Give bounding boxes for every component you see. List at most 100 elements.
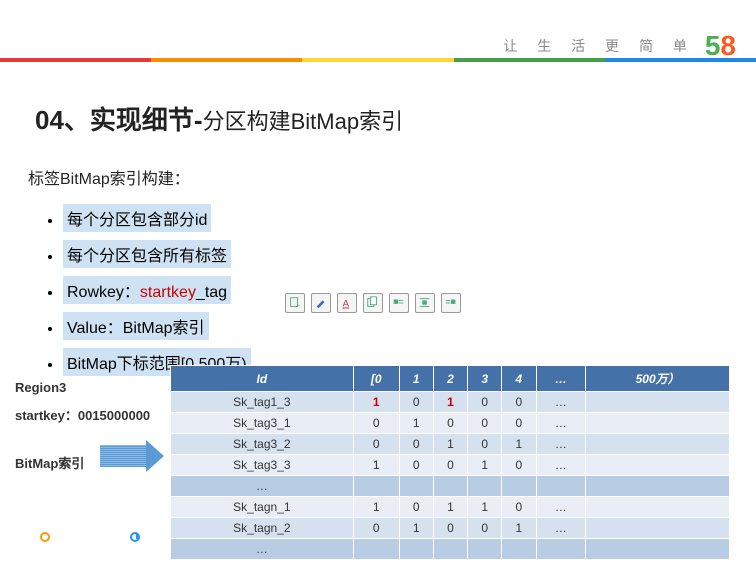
table-cell: 1: [502, 434, 536, 455]
table-cell: [399, 476, 433, 497]
bitmap-index-label: BitMap索引: [15, 453, 84, 472]
title-sub: 分区构建BitMap索引: [203, 109, 403, 134]
startkey-highlight: startkey: [140, 284, 196, 301]
bullet-text: 每个分区包含所有标签: [63, 240, 231, 268]
table-cell: 0: [353, 434, 399, 455]
editor-toolbar: +A: [285, 293, 461, 313]
image-center-icon[interactable]: [415, 293, 435, 313]
bullet-item: Value：BitMap索引: [63, 308, 475, 344]
image-left-icon[interactable]: [389, 293, 409, 313]
bullet-text: Value：BitMap索引: [63, 312, 209, 340]
table-header: Id[01234…500万）: [171, 366, 730, 392]
colorbar-segment: [454, 58, 605, 62]
pencil-icon[interactable]: [311, 293, 331, 313]
table-header-cell: [0: [353, 366, 399, 392]
table-header-cell: …: [536, 366, 586, 392]
table-header-cell: 1: [399, 366, 433, 392]
logo-eight: 8: [720, 30, 736, 61]
table-cell: 1: [433, 497, 467, 518]
image-right-icon[interactable]: [441, 293, 461, 313]
circle-orange-icon: [40, 532, 50, 542]
table-cell: [536, 476, 586, 497]
startkey-label: startkey：0015000000: [15, 405, 150, 424]
table-row: …: [171, 476, 730, 497]
table-row: Sk_tag3_101000…: [171, 413, 730, 434]
table-cell: …: [171, 539, 354, 560]
table-cell: 0: [502, 497, 536, 518]
table-cell: [468, 476, 502, 497]
bitmap-data-table: Id[01234…500万） Sk_tag1_310100…Sk_tag3_10…: [170, 365, 730, 560]
table-cell: …: [536, 413, 586, 434]
table-body: Sk_tag1_310100…Sk_tag3_101000…Sk_tag3_20…: [171, 392, 730, 560]
table-cell: Sk_tag3_2: [171, 434, 354, 455]
table-cell: [586, 539, 730, 560]
bullet-item: 每个分区包含部分id: [63, 200, 475, 236]
bullet-list: 每个分区包含部分id 每个分区包含所有标签 Rowkey：startkey_ta…: [45, 200, 475, 380]
svg-text:+: +: [296, 302, 300, 309]
table-cell: Sk_tag3_3: [171, 455, 354, 476]
table-header-cell: 500万）: [586, 366, 730, 392]
color-divider: [0, 58, 756, 62]
table-cell: 0: [468, 392, 502, 413]
table-cell: 0: [399, 455, 433, 476]
svg-text:A: A: [343, 299, 350, 310]
table-cell: [586, 497, 730, 518]
table-cell: 1: [433, 392, 467, 413]
table-cell: [353, 539, 399, 560]
table-cell: 1: [353, 497, 399, 518]
subtitle: 标签BitMap索引构建：: [28, 165, 190, 189]
table-cell: …: [536, 497, 586, 518]
bullet-item: 每个分区包含所有标签: [63, 236, 475, 272]
table-cell: 0: [353, 518, 399, 539]
table-cell: 1: [353, 392, 399, 413]
table-row: …: [171, 539, 730, 560]
table-cell: 1: [468, 497, 502, 518]
table-row: Sk_tag1_310100…: [171, 392, 730, 413]
table-header-cell: Id: [171, 366, 354, 392]
table-cell: [399, 539, 433, 560]
colorbar-segment: [302, 58, 453, 62]
table-cell: 1: [399, 413, 433, 434]
table-cell: [536, 539, 586, 560]
table-cell: Sk_tag3_1: [171, 413, 354, 434]
table-cell: [586, 392, 730, 413]
table-cell: [433, 476, 467, 497]
arrow-body: [100, 445, 150, 467]
colorbar-segment: [0, 58, 151, 62]
doc-dup-icon[interactable]: [363, 293, 383, 313]
region-label: Region3: [15, 380, 66, 395]
table-cell: [502, 476, 536, 497]
table-cell: 0: [399, 497, 433, 518]
table-cell: 0: [468, 434, 502, 455]
table-header-cell: 3: [468, 366, 502, 392]
table-cell: 1: [353, 455, 399, 476]
table-cell: [586, 455, 730, 476]
table-cell: 0: [433, 413, 467, 434]
arrow-head-icon: [146, 440, 164, 472]
arrow-pointer: [100, 445, 150, 467]
table-cell: 1: [468, 455, 502, 476]
logo-five: 5: [705, 30, 721, 61]
footer-indicators: [40, 532, 140, 542]
bullet-text: 每个分区包含部分id: [63, 204, 211, 232]
table-header-cell: 4: [502, 366, 536, 392]
bullet-text: Rowkey：startkey_tag: [63, 276, 231, 304]
table-header-cell: 2: [433, 366, 467, 392]
table-cell: 1: [502, 518, 536, 539]
table-cell: Sk_tagn_1: [171, 497, 354, 518]
table-cell: Sk_tagn_2: [171, 518, 354, 539]
slide-title: 04、实现细节-分区构建BitMap索引: [35, 100, 403, 137]
table-cell: [502, 539, 536, 560]
table-cell: 0: [399, 392, 433, 413]
table-cell: 0: [502, 392, 536, 413]
table-cell: 0: [399, 434, 433, 455]
table-cell: …: [536, 392, 586, 413]
table-cell: [586, 413, 730, 434]
table-cell: [433, 539, 467, 560]
table-cell: 0: [468, 518, 502, 539]
font-icon[interactable]: A: [337, 293, 357, 313]
table-cell: …: [171, 476, 354, 497]
table-cell: 1: [433, 434, 467, 455]
table-cell: …: [536, 518, 586, 539]
doc-add-icon[interactable]: +: [285, 293, 305, 313]
